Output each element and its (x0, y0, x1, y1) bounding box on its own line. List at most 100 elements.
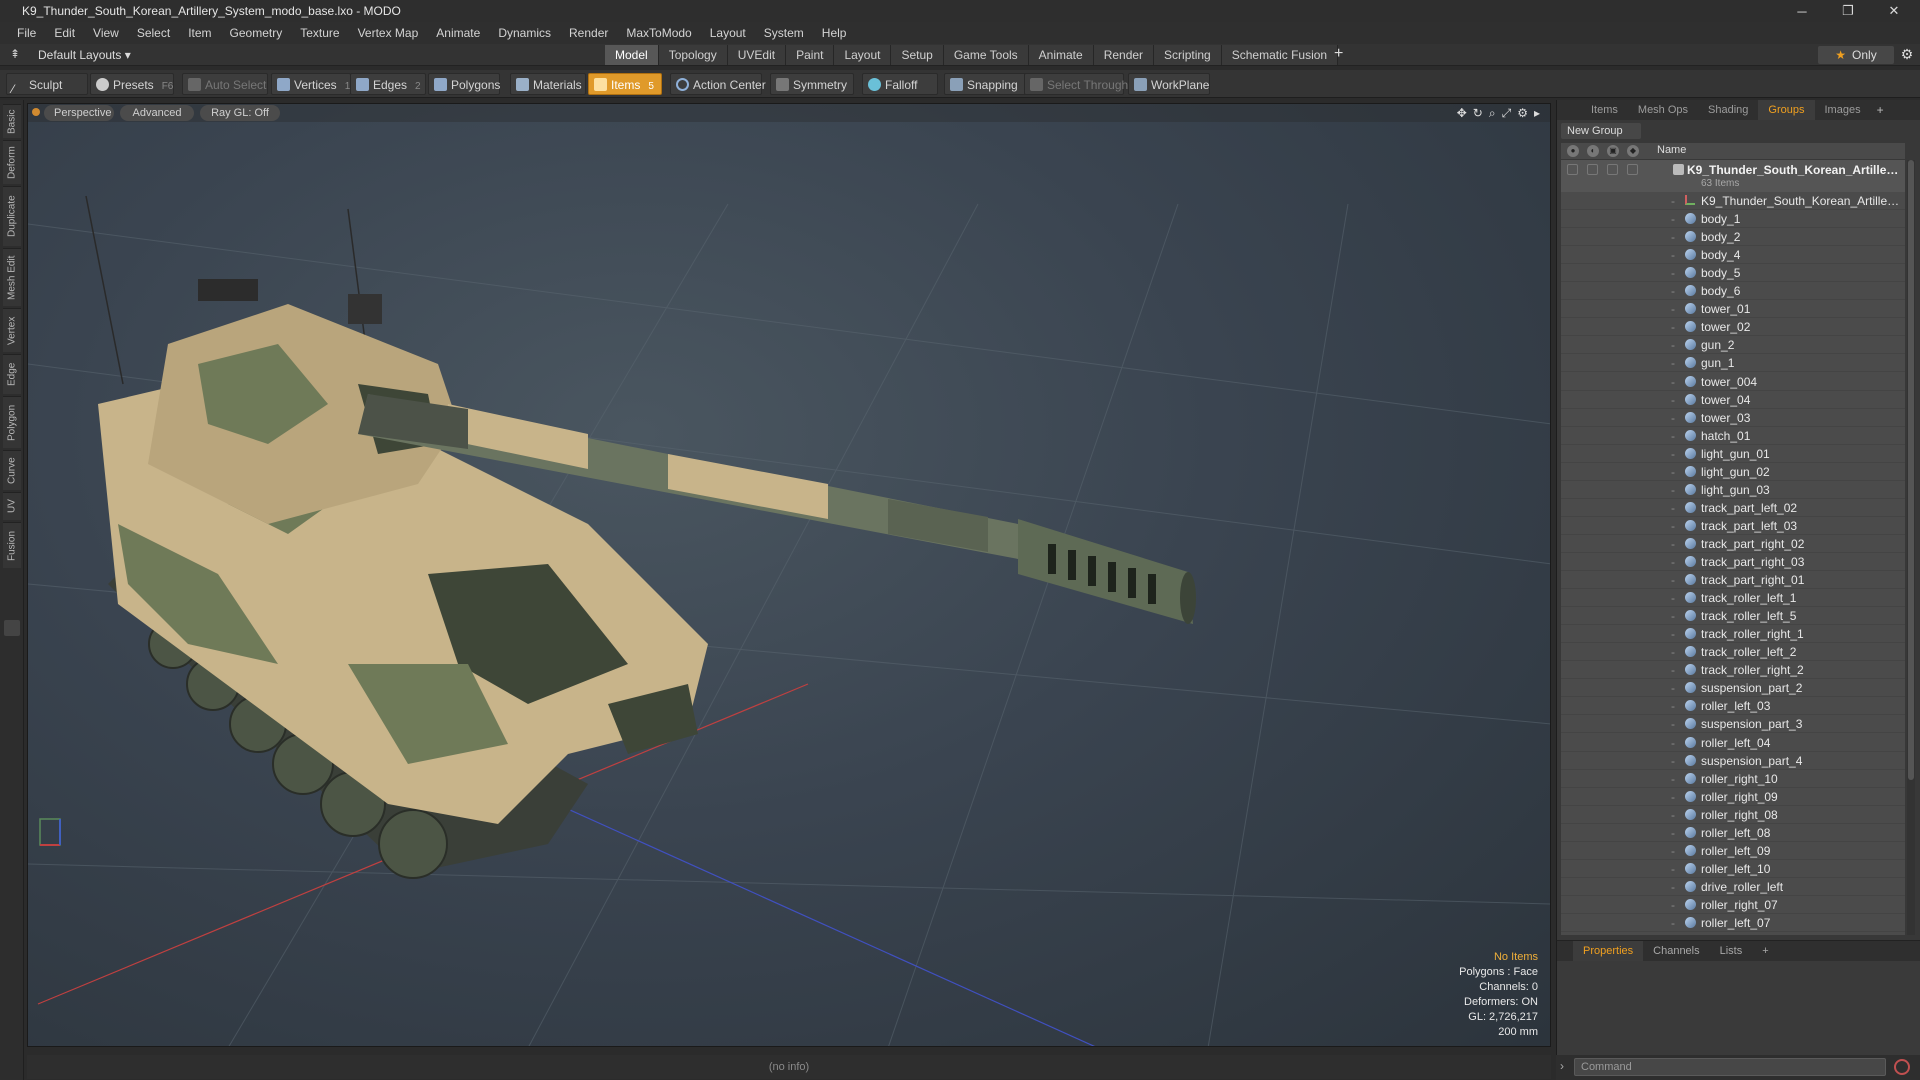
tab-game-tools[interactable]: Game Tools (943, 45, 1029, 65)
menu-view[interactable]: View (84, 26, 128, 40)
group-row[interactable]: K9_Thunder_South_Korean_Artiller ... 63 … (1561, 160, 1905, 192)
left-tab-curve[interactable]: Curve (3, 450, 21, 490)
scrollbar-thumb[interactable] (1908, 160, 1914, 780)
list-item[interactable]: - light_gun_03 (1561, 481, 1905, 499)
list-item[interactable]: - tower_01 (1561, 300, 1905, 319)
group-select-toggle[interactable] (1627, 164, 1638, 175)
menu-help[interactable]: Help (813, 26, 856, 40)
list-item[interactable]: - light_gun_02 (1561, 463, 1905, 481)
list-item[interactable]: - track_part_right_03 (1561, 553, 1905, 571)
command-record-button[interactable] (1894, 1059, 1910, 1075)
only-toggle[interactable]: ★ Only (1818, 46, 1894, 64)
list-item[interactable]: - suspension_part_4 (1561, 752, 1905, 770)
auto-select-button[interactable]: Auto Select (182, 73, 268, 95)
symmetry-button[interactable]: Symmetry (770, 73, 854, 95)
tab-channels[interactable]: Channels (1643, 941, 1709, 961)
tab-topology[interactable]: Topology (658, 45, 728, 65)
list-item[interactable]: - hatch_01 (1561, 427, 1905, 445)
presets-button[interactable]: Presets F6 (90, 73, 174, 95)
tab-images[interactable]: Images (1815, 100, 1871, 120)
list-item[interactable]: - track_part_right_02 (1561, 535, 1905, 553)
action-center-button[interactable]: Action Center (670, 73, 766, 95)
name-column-header[interactable]: Name (1657, 144, 1686, 156)
add-properties-tab-button[interactable]: + (1752, 941, 1778, 961)
add-layout-tab-button[interactable]: + (1334, 46, 1343, 62)
move-view-icon[interactable]: ✥ (1457, 106, 1467, 121)
visibility-column-icon[interactable]: ● (1567, 145, 1579, 157)
list-item[interactable]: - roller_left_09 (1561, 842, 1905, 860)
tab-model[interactable]: Model (605, 45, 659, 65)
menu-edit[interactable]: Edit (45, 26, 84, 40)
menu-layout[interactable]: Layout (701, 26, 755, 40)
workplane-button[interactable]: WorkPlane (1128, 73, 1210, 95)
tab-layout[interactable]: Layout (834, 45, 892, 65)
list-item[interactable]: - body_2 (1561, 228, 1905, 247)
menu-animate[interactable]: Animate (427, 26, 489, 40)
raygl-toggle[interactable]: Ray GL: Off (200, 105, 280, 121)
list-item[interactable]: - tower_04 (1561, 391, 1905, 409)
tab-render[interactable]: Render (1093, 45, 1155, 65)
left-tab-uv[interactable]: UV (3, 492, 21, 520)
list-item[interactable]: - body_4 (1561, 246, 1905, 265)
advanced-shading-button[interactable]: Advanced (120, 105, 194, 121)
lock-column-icon[interactable]: ▣ (1607, 145, 1619, 157)
tab-paint[interactable]: Paint (786, 45, 835, 65)
perspective-view-button[interactable]: Perspective (44, 105, 114, 121)
render-column-icon[interactable]: ◐ (1587, 145, 1599, 157)
menu-system[interactable]: System (755, 26, 813, 40)
list-item[interactable]: - gun_1 (1561, 354, 1905, 373)
list-item[interactable]: - suspension_part_2 (1561, 679, 1905, 698)
list-item[interactable]: - track_roller_left_1 (1561, 589, 1905, 608)
viewport-settings-icon[interactable]: ⚙ (1517, 106, 1528, 121)
left-tab-vertex[interactable]: Vertex (3, 308, 21, 352)
menu-render[interactable]: Render (560, 26, 617, 40)
list-item[interactable]: - track_part_left_03 (1561, 517, 1905, 535)
list-item[interactable]: - body_1 (1561, 210, 1905, 229)
list-item[interactable]: - tower_004 (1561, 373, 1905, 391)
materials-button[interactable]: Materials (510, 73, 586, 95)
group-render-toggle[interactable] (1587, 164, 1598, 175)
list-item[interactable]: - track_part_right_01 (1561, 571, 1905, 590)
falloff-button[interactable]: Falloff (862, 73, 938, 95)
select-through-button[interactable]: Select Through (1024, 73, 1128, 95)
list-item[interactable]: - K9_Thunder_South_Korean_Artillery_Sy... (1561, 192, 1905, 210)
list-item[interactable]: - track_roller_left_2 (1561, 643, 1905, 662)
tab-mesh-ops[interactable]: Mesh Ops (1628, 100, 1698, 120)
list-item[interactable]: - roller_left_08 (1561, 824, 1905, 842)
tab-properties[interactable]: Properties (1573, 941, 1644, 961)
list-item[interactable]: - tower_03 (1561, 409, 1905, 427)
new-group-button[interactable]: New Group (1561, 123, 1641, 139)
rotate-view-icon[interactable]: ↻ (1473, 106, 1483, 121)
3d-viewport[interactable]: Perspective Advanced Ray GL: Off ✥ ↻ ⌕ ⤢… (27, 103, 1551, 1047)
list-item[interactable]: - roller_right_08 (1561, 806, 1905, 824)
list-item[interactable]: - suspension_part_3 (1561, 715, 1905, 734)
left-tab-fusion[interactable]: Fusion (3, 522, 21, 568)
list-item[interactable]: - body_5 (1561, 264, 1905, 283)
menu-geometry[interactable]: Geometry (221, 26, 292, 40)
menu-texture[interactable]: Texture (291, 26, 348, 40)
add-panel-tab-button[interactable]: + (1871, 100, 1890, 120)
edges-button[interactable]: Edges 2 (350, 73, 426, 95)
list-item[interactable]: - roller_left_07 (1561, 914, 1905, 932)
snapping-button[interactable]: Snapping (944, 73, 1026, 95)
sculpt-button[interactable]: ⁄ Sculpt (6, 73, 88, 96)
tab-scripting[interactable]: Scripting (1154, 45, 1222, 65)
zoom-view-icon[interactable]: ⌕ (1489, 106, 1496, 121)
tab-schematic-fusion[interactable]: Schematic Fusion (1221, 45, 1339, 65)
menu-item[interactable]: Item (179, 26, 220, 40)
tab-setup[interactable]: Setup (891, 45, 944, 65)
menu-file[interactable]: File (8, 26, 45, 40)
tab-groups[interactable]: Groups (1758, 100, 1815, 120)
left-tab-polygon[interactable]: Polygon (3, 396, 21, 448)
list-item[interactable]: - track_roller_right_2 (1561, 661, 1905, 680)
close-button[interactable]: ✕ (1876, 0, 1912, 22)
left-tab-mesh-edit[interactable]: Mesh Edit (3, 248, 21, 306)
list-item[interactable]: - body_6 (1561, 282, 1905, 301)
tab-shading[interactable]: Shading (1698, 100, 1758, 120)
command-input[interactable]: Command (1574, 1058, 1886, 1076)
list-item[interactable]: - tower_02 (1561, 318, 1905, 337)
menu-select[interactable]: Select (128, 26, 179, 40)
list-scrollbar[interactable] (1907, 160, 1915, 935)
viewport-expand-icon[interactable]: ▸ (1534, 106, 1540, 121)
list-item[interactable]: - roller_left_04 (1561, 734, 1905, 752)
